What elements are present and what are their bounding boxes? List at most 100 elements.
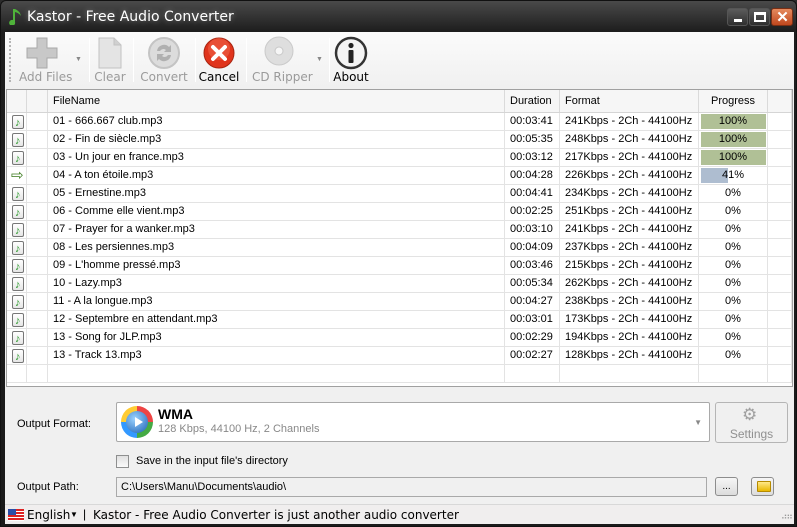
file-row[interactable]: ♪ 05 - Ernestine.mp3 00:04:41 234Kbps - 2Ch… <box>7 185 792 203</box>
progress-cell: 100% <box>699 149 768 166</box>
audio-file-icon: ♪ <box>12 115 24 129</box>
audio-file-icon: ♪ <box>12 151 24 165</box>
column-header-blank[interactable] <box>27 90 48 112</box>
duration-cell: 00:02:25 <box>505 203 560 220</box>
progress-label: 100% <box>718 115 748 127</box>
add-files-button[interactable]: ▼ Add Files <box>15 34 87 86</box>
settings-button[interactable]: ⚙ Settings <box>715 402 788 443</box>
blank-cell <box>27 149 48 166</box>
file-row[interactable]: ♪ 03 - Un jour en france.mp3 00:03:12 217Kb… <box>7 149 792 167</box>
maximize-button[interactable] <box>749 8 770 26</box>
language-dropdown-icon[interactable]: ▼ <box>70 510 78 519</box>
chevron-down-icon[interactable]: ▼ <box>694 418 702 427</box>
progress-cell: 0% <box>699 329 768 346</box>
browse-button[interactable]: ... <box>715 477 738 496</box>
format-cell: 237Kbps - 2Ch - 44100Hz <box>560 239 699 256</box>
resize-grip[interactable]: ⠴⠶ <box>781 511 793 522</box>
duration-cell: 00:05:34 <box>505 275 560 292</box>
progress-cell: 0% <box>699 347 768 364</box>
empty-cell <box>505 365 560 382</box>
file-row[interactable]: ♪ 06 - Comme elle vient.mp3 00:02:25 251Kbp… <box>7 203 792 221</box>
column-header-icon[interactable] <box>7 90 27 112</box>
language-selector[interactable]: English <box>27 508 70 522</box>
audio-file-icon: ♪ <box>12 313 24 327</box>
progress-label: 0% <box>725 331 741 343</box>
save-in-input-dir-label[interactable]: Save in the input file's directory <box>136 455 288 467</box>
file-row[interactable]: ♪ 02 - Fin de siècle.mp3 00:05:35 248Kbps -… <box>7 131 792 149</box>
toolbar-separator <box>195 38 196 82</box>
add-files-label: Add Files <box>19 70 73 84</box>
title-bar[interactable]: Kastor - Free Audio Converter ✕ <box>1 1 796 32</box>
filler-cell <box>768 239 792 256</box>
progress-cell: 100% <box>699 131 768 148</box>
clear-label: Clear <box>94 70 126 84</box>
blank-cell <box>27 221 48 238</box>
convert-button[interactable]: Convert <box>137 34 191 86</box>
blank-cell <box>27 311 48 328</box>
filler-cell <box>768 149 792 166</box>
file-row[interactable]: ♪ 01 - 666.667 club.mp3 00:03:41 241Kbps - … <box>7 113 792 131</box>
arrow-right-icon: ⇨ <box>11 167 24 184</box>
cd-icon <box>264 36 294 66</box>
toolbar-grip[interactable] <box>9 38 11 82</box>
output-path-input[interactable]: C:\Users\Manu\Documents\audio\ <box>116 477 707 497</box>
file-row[interactable]: ♪ 07 - Prayer for a wanker.mp3 00:03:10 241… <box>7 221 792 239</box>
progress-label: 100% <box>718 133 748 145</box>
clear-button[interactable]: Clear <box>93 34 127 86</box>
open-folder-button[interactable] <box>751 477 774 496</box>
status-cell: ♪ <box>7 185 27 202</box>
file-row[interactable]: ♪ 09 - L'homme pressé.mp3 00:03:46 215Kbps … <box>7 257 792 275</box>
close-icon: ✕ <box>776 9 789 26</box>
minimize-button[interactable] <box>727 8 748 26</box>
folder-icon <box>757 481 771 492</box>
audio-file-icon: ♪ <box>12 259 24 273</box>
file-row[interactable]: ♪ 13 - Song for JLP.mp3 00:02:29 194Kbps - … <box>7 329 792 347</box>
info-icon <box>334 36 368 70</box>
filler-cell <box>768 131 792 148</box>
file-row[interactable]: ♪ 11 - A la longue.mp3 00:04:27 238Kbps - 2… <box>7 293 792 311</box>
filename-cell: 05 - Ernestine.mp3 <box>48 185 505 202</box>
file-row[interactable]: ♪ 08 - Les persiennes.mp3 00:04:09 237Kbps … <box>7 239 792 257</box>
file-row[interactable]: ⇨ 04 - A ton étoile.mp3 00:04:28 226Kbps - … <box>7 167 792 185</box>
cancel-icon <box>203 37 235 69</box>
blank-cell <box>27 167 48 184</box>
column-header-filename[interactable]: FileName <box>48 90 505 112</box>
column-header-progress[interactable]: Progress <box>699 90 768 112</box>
filler-cell <box>768 167 792 184</box>
minimize-icon <box>734 19 742 22</box>
file-row[interactable]: ♪ 12 - Septembre en attendant.mp3 00:03:01… <box>7 311 792 329</box>
progress-label: 0% <box>725 349 741 361</box>
format-cell: 262Kbps - 2Ch - 44100Hz <box>560 275 699 292</box>
cd-ripper-dropdown-icon[interactable]: ▼ <box>316 56 323 63</box>
audio-file-icon: ♪ <box>12 277 24 291</box>
file-row[interactable]: ♪ 10 - Lazy.mp3 00:05:34 262Kbps - 2Ch - 44… <box>7 275 792 293</box>
column-header-duration[interactable]: Duration <box>505 90 560 112</box>
audio-file-icon: ♪ <box>12 349 24 363</box>
filename-cell: 12 - Septembre en attendant.mp3 <box>48 311 505 328</box>
save-in-input-dir-checkbox[interactable] <box>116 455 129 468</box>
music-note-icon <box>9 9 21 25</box>
format-cell: 194Kbps - 2Ch - 44100Hz <box>560 329 699 346</box>
add-files-dropdown-icon[interactable]: ▼ <box>75 56 82 63</box>
output-format-select[interactable]: WMA 128 Kbps, 44100 Hz, 2 Channels ▼ <box>116 402 710 442</box>
progress-label: 0% <box>725 241 741 253</box>
progress-cell: 0% <box>699 311 768 328</box>
document-icon <box>98 37 122 69</box>
progress-label: 0% <box>725 205 741 217</box>
blank-cell <box>27 257 48 274</box>
column-header-format[interactable]: Format <box>560 90 699 112</box>
toolbar-separator <box>246 38 247 82</box>
cancel-button[interactable]: Cancel <box>198 34 240 86</box>
empty-cell <box>7 365 27 382</box>
duration-cell: 00:03:46 <box>505 257 560 274</box>
file-list[interactable]: FileName Duration Format Progress ♪ 01 - … <box>6 89 793 387</box>
format-cell: 234Kbps - 2Ch - 44100Hz <box>560 185 699 202</box>
audio-file-icon: ♪ <box>12 223 24 237</box>
about-button[interactable]: About <box>332 34 370 86</box>
progress-label: 0% <box>725 259 741 271</box>
cd-ripper-button[interactable]: ▼ CD Ripper <box>250 34 326 86</box>
empty-cell <box>27 365 48 382</box>
file-row[interactable]: ♪ 13 - Track 13.mp3 00:02:27 128Kbps - 2Ch … <box>7 347 792 365</box>
close-button[interactable]: ✕ <box>771 8 793 26</box>
filename-cell: 04 - A ton étoile.mp3 <box>48 167 505 184</box>
